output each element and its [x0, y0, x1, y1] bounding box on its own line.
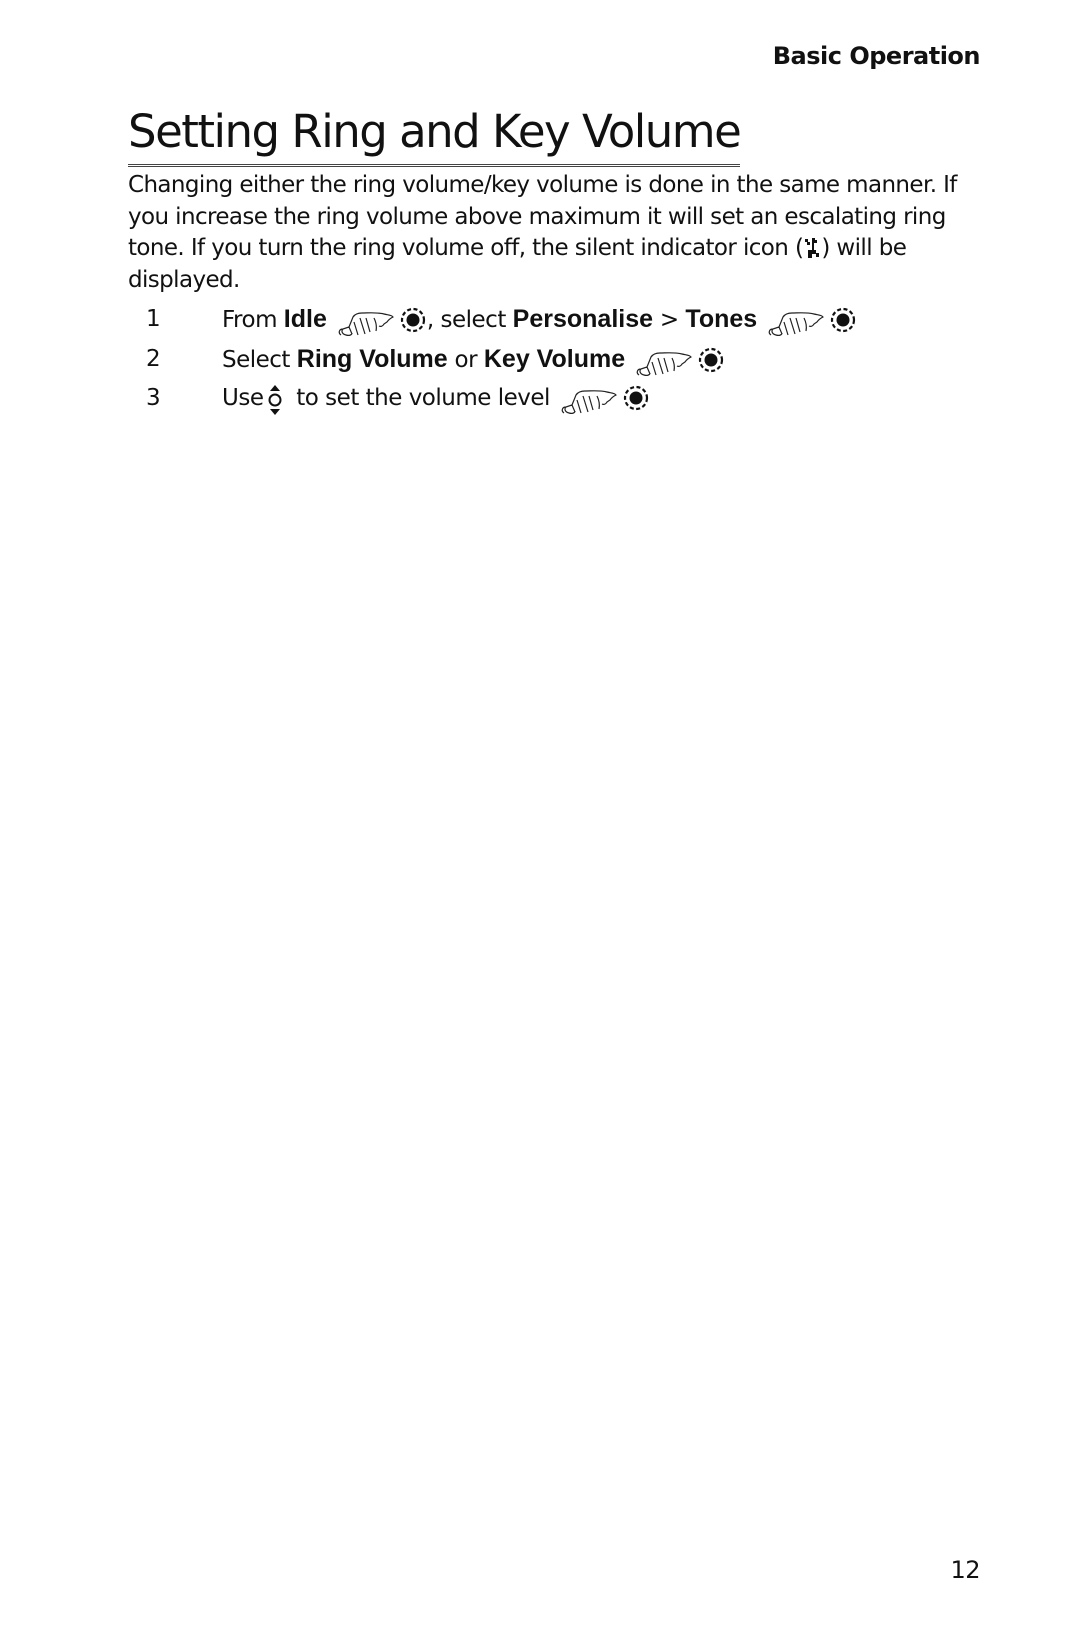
section-header: Basic Operation: [772, 42, 981, 70]
menu-tones: Tones: [685, 305, 758, 333]
step-number: 3: [146, 385, 161, 411]
ok-key-icon: [831, 307, 856, 333]
intro-paragraph: Changing either the ring volume/key volu…: [128, 170, 988, 296]
step-text: From Idle, select Personalise > Tones: [222, 300, 857, 341]
step-text: Use to set the volume level: [222, 379, 650, 419]
page-title: Setting Ring and Key Volume: [128, 104, 742, 167]
silent-indicator-icon: [805, 238, 820, 258]
menu-ring-volume: Ring Volume: [296, 344, 448, 373]
menu-idle: Idle: [283, 305, 327, 333]
hand-press-icon: [768, 312, 824, 336]
up-down-navigation-key-icon: [268, 385, 282, 415]
ok-key-icon: [699, 347, 724, 372]
hand-press-icon: [636, 351, 692, 376]
step-number: 2: [146, 345, 161, 372]
hand-press-icon: [561, 390, 617, 414]
ok-key-icon: [400, 307, 425, 333]
step-number: 1: [146, 306, 161, 332]
hand-press-icon: [338, 312, 394, 336]
menu-key-volume: Key Volume: [483, 344, 626, 373]
step-text: Select Ring Volume or Key Volume: [222, 340, 725, 381]
ok-key-icon: [623, 385, 649, 411]
menu-personalise: Personalise: [512, 305, 654, 333]
page-number: 12: [950, 1556, 980, 1584]
